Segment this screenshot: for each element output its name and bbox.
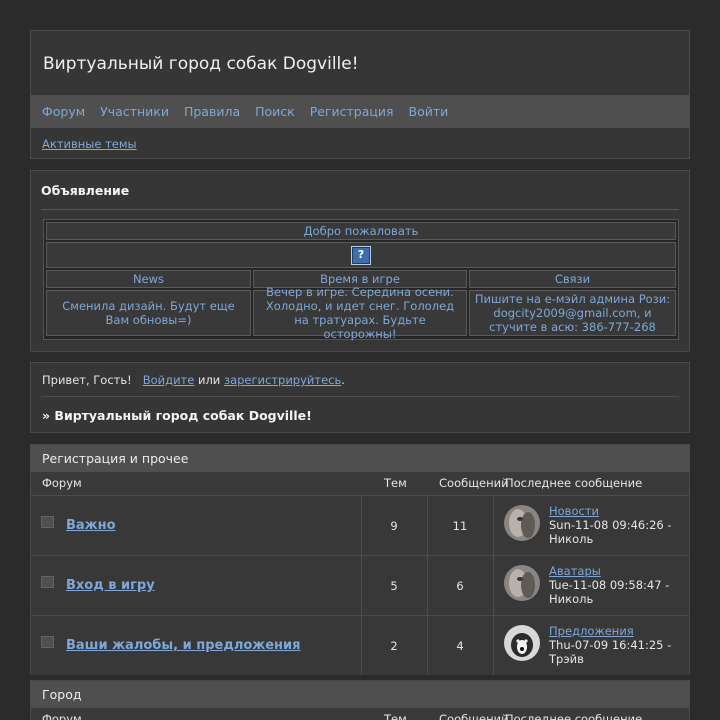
avatar[interactable] [504, 505, 540, 541]
nav-rules[interactable]: Правила [184, 104, 240, 119]
topic-count: 5 [390, 579, 398, 593]
topic-count: 2 [390, 639, 398, 653]
col-posts: Сообщений [439, 476, 509, 490]
active-topics-link[interactable]: Активные темы [42, 137, 137, 151]
last-post-forum-link[interactable]: Аватары [549, 564, 669, 578]
divider [41, 396, 679, 397]
category-registration: Регистрация и прочее Форум Тем Сообщений… [30, 444, 690, 675]
nav-search[interactable]: Поиск [255, 104, 295, 119]
last-post-user: Николь [549, 532, 594, 546]
forum-status-icon [41, 636, 54, 648]
divider [493, 556, 494, 615]
icon-cell: ? [46, 242, 676, 268]
nav-forum[interactable]: Форум [42, 104, 85, 119]
last-post-user: Трэйв [549, 652, 584, 666]
forum-link[interactable]: Вход в игру [66, 578, 155, 593]
announcement-table: Добро пожаловать ? News Время в игре Свя… [43, 219, 679, 341]
forum-status-icon [41, 576, 54, 588]
col-posts: Сообщений [439, 712, 509, 720]
col-topics: Тем [384, 712, 407, 720]
game-time-text: Вечер в игре. Середина осени. Холодно, и… [253, 285, 467, 341]
last-post: Предложения Thu-07-09 16:41:25 - Трэйв [549, 624, 671, 666]
welcome-cell: Добро пожаловать [46, 222, 676, 240]
post-count: 6 [456, 579, 464, 593]
last-post-date: Sun-11-08 09:46:26 - [549, 518, 672, 532]
breadcrumb: » Виртуальный город собак Dogville! [42, 408, 312, 423]
col-topics: Тем [384, 476, 407, 490]
question-icon[interactable]: ? [351, 245, 371, 265]
category-title: Регистрация и прочее [31, 445, 689, 472]
divider [493, 616, 494, 675]
period: . [341, 373, 345, 387]
divider [41, 209, 679, 210]
register-link[interactable]: зарегистрируйтесь [224, 373, 341, 387]
col-news: News [46, 270, 251, 288]
col-forum: Форум [42, 712, 82, 720]
forum-status-icon [41, 516, 54, 528]
forum-row: Важно 9 11 Новости Sun-11-08 09:46:26 - … [31, 495, 689, 555]
last-post: Новости Sun-11-08 09:46:26 - Николь [549, 504, 672, 546]
login-link[interactable]: Войдите [143, 373, 195, 387]
col-last-post: Последнее сообщение [505, 476, 643, 490]
col-contacts: Связи [469, 270, 676, 288]
post-count: 4 [456, 639, 464, 653]
contacts-text: Пишите на е-мэйл админа Рози: dogcity200… [469, 290, 676, 336]
last-post-date: Tue-11-08 09:58:47 - [549, 578, 670, 592]
announcement-heading: Объявление [41, 183, 130, 198]
last-post-user: Николь [549, 592, 594, 606]
site-title: Виртуальный город собак Dogville! [43, 54, 359, 74]
or-text: или [197, 373, 221, 387]
announcement-panel: Объявление Добро пожаловать ? News Время… [30, 170, 690, 352]
avatar[interactable] [504, 625, 540, 661]
main-navbar: Форум Участники Правила Поиск Регистраци… [31, 95, 689, 128]
forum-link[interactable]: Важно [66, 518, 116, 533]
nav-members[interactable]: Участники [100, 104, 169, 119]
category-title: Город [31, 681, 689, 708]
forum-header: Виртуальный город собак Dogville! Форум … [30, 30, 690, 159]
last-post-forum-link[interactable]: Предложения [549, 624, 671, 638]
topic-count: 9 [390, 519, 398, 533]
col-forum: Форум [42, 476, 82, 490]
last-post: Аватары Tue-11-08 09:58:47 - Николь [549, 564, 669, 606]
forum-row: Вход в игру 5 6 Аватары Tue-11-08 09:58:… [31, 555, 689, 615]
column-header: Форум Тем Сообщений Последнее сообщение [31, 708, 689, 720]
category-city: Город Форум Тем Сообщений Последнее сооб… [30, 680, 690, 720]
post-count: 11 [452, 519, 468, 533]
news-text: Сменила дизайн. Будут еще Вам обновы=) [46, 290, 251, 336]
col-last-post: Последнее сообщение [505, 712, 643, 720]
forum-row: Ваши жалобы, и предложения 2 4 Предложен… [31, 615, 689, 675]
last-post-forum-link[interactable]: Новости [549, 504, 672, 518]
guest-greeting: Привет, Гость! Войдите или зарегистрируй… [42, 373, 345, 387]
last-post-date: Thu-07-09 16:41:25 - [549, 638, 672, 652]
avatar[interactable] [504, 565, 540, 601]
divider [493, 496, 494, 555]
forum-link[interactable]: Ваши жалобы, и предложения [66, 638, 300, 653]
nav-register[interactable]: Регистрация [310, 104, 394, 119]
nav-login[interactable]: Войти [409, 104, 449, 119]
greeting-panel: Привет, Гость! Войдите или зарегистрируй… [30, 362, 690, 433]
greeting-text: Привет, Гость! [42, 373, 132, 387]
column-header: Форум Тем Сообщений Последнее сообщение [31, 472, 689, 495]
